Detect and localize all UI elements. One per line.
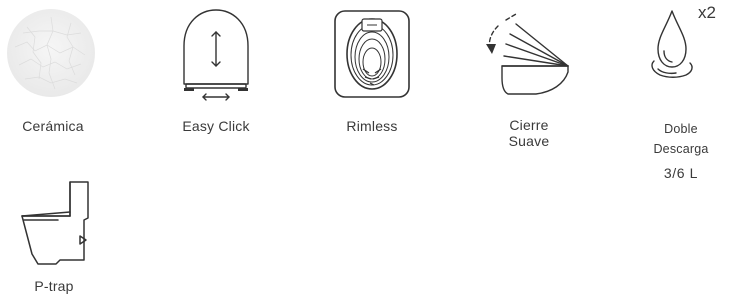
feature-label-p-trap: P-trap xyxy=(34,278,74,294)
feature-label-descarga: Descarga xyxy=(653,142,709,156)
feature-label-easy-click: Easy Click xyxy=(182,118,250,134)
rimless-bowl-icon xyxy=(333,9,411,99)
feature-label-rimless: Rimless xyxy=(346,118,398,134)
feature-label-doble: Doble xyxy=(664,122,698,136)
multiplier-text: x2 xyxy=(698,3,716,22)
feature-label-cierre: Cierre xyxy=(509,117,549,133)
toilet-seat-icon xyxy=(178,8,254,102)
ceramic-texture-icon xyxy=(5,7,97,99)
soft-close-lid-icon xyxy=(478,12,578,100)
feature-label-ceramica: Cerámica xyxy=(22,118,84,134)
water-drop-icon xyxy=(648,5,730,87)
p-trap-toilet-icon xyxy=(16,180,92,270)
feature-label-volume: 3/6 L xyxy=(663,165,699,181)
feature-label-suave: Suave xyxy=(508,133,550,149)
